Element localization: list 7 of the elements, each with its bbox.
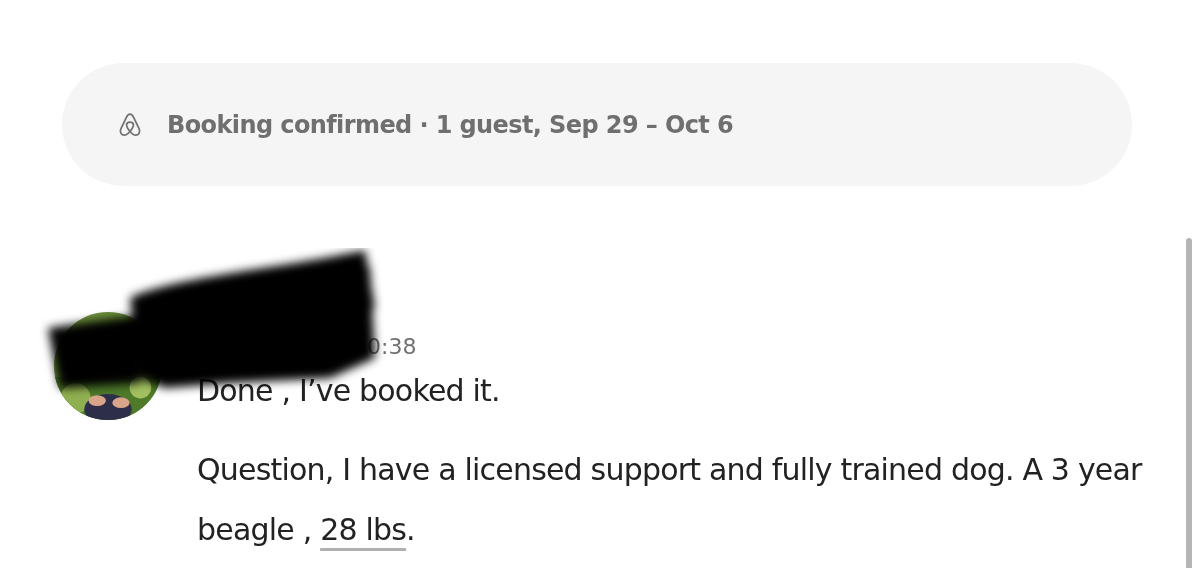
message-text: Done , I’ve booked it. bbox=[197, 372, 501, 410]
booking-banner[interactable]: Booking confirmed · 1 guest, Sep 29 – Oct 6 bbox=[62, 63, 1132, 186]
logo-icon bbox=[117, 110, 143, 139]
booking-status-text: Booking confirmed · 1 guest, Sep 29 – Oct 6 bbox=[167, 110, 734, 139]
scrollbar[interactable] bbox=[1186, 238, 1192, 568]
message-text: Question, I have a licensed support and fully trained dog. A 3 year beagle , 28 lbs. bbox=[197, 451, 1144, 549]
weight-link[interactable]: 28 lbs bbox=[320, 512, 407, 547]
